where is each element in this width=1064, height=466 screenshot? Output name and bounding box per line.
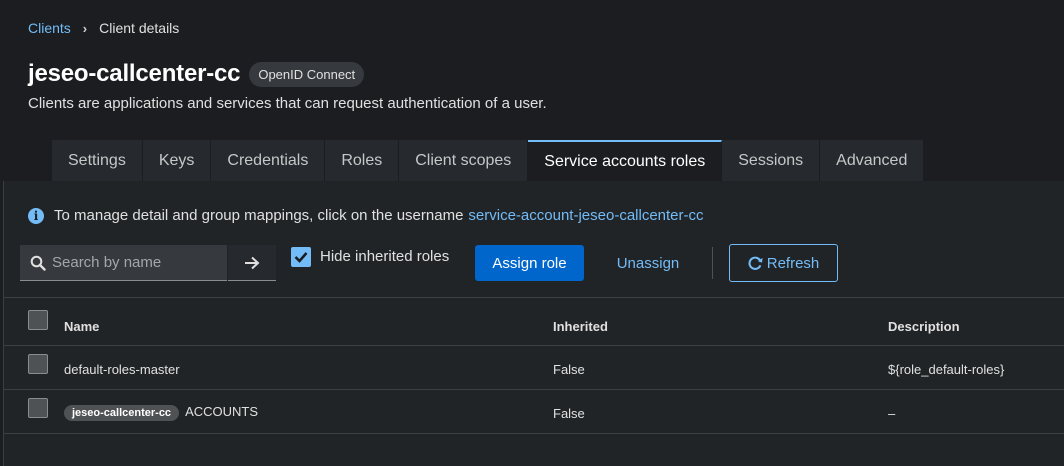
panel-left-border bbox=[3, 181, 4, 466]
info-alert: i To manage detail and group mappings, c… bbox=[28, 207, 704, 224]
protocol-badge: OpenID Connect bbox=[249, 61, 365, 87]
row-checkbox[interactable] bbox=[28, 354, 48, 374]
search-input[interactable] bbox=[52, 254, 222, 271]
table-divider bbox=[4, 345, 1064, 346]
tab-service-accounts-roles[interactable]: Service accounts roles bbox=[528, 140, 723, 181]
breadcrumb-current: Client details bbox=[99, 20, 180, 36]
tab-keys[interactable]: Keys bbox=[142, 140, 212, 181]
tab-advanced[interactable]: Advanced bbox=[820, 140, 925, 181]
role-inherited: False bbox=[553, 406, 585, 421]
role-name: ACCOUNTS bbox=[185, 404, 259, 419]
refresh-button[interactable]: Refresh bbox=[729, 244, 838, 282]
search-field[interactable] bbox=[20, 245, 227, 281]
role-description: ${role_default-roles} bbox=[888, 362, 1005, 377]
checkmark-icon bbox=[294, 252, 308, 263]
info-text: To manage detail and group mappings, cli… bbox=[54, 207, 464, 224]
tab-client-scopes[interactable]: Client scopes bbox=[399, 140, 529, 181]
client-chip: jeseo-callcenter-cc bbox=[64, 405, 180, 421]
role-name-cell: jeseo-callcenter-cc ACCOUNTS bbox=[64, 404, 258, 421]
arrow-right-icon bbox=[245, 256, 260, 269]
role-description: – bbox=[888, 406, 896, 421]
breadcrumb: Clients › Client details bbox=[28, 20, 179, 36]
role-inherited: False bbox=[553, 362, 585, 377]
toolbar-divider bbox=[712, 247, 713, 279]
table-divider bbox=[4, 389, 1064, 390]
assign-role-button[interactable]: Assign role bbox=[475, 245, 584, 281]
row-checkbox[interactable] bbox=[28, 398, 48, 418]
page-subtitle: Clients are applications and services th… bbox=[28, 95, 547, 112]
column-header-name[interactable]: Name bbox=[64, 319, 99, 334]
hide-inherited-checkbox[interactable] bbox=[291, 247, 311, 267]
tab-settings[interactable]: Settings bbox=[52, 140, 143, 181]
tab-credentials[interactable]: Credentials bbox=[211, 140, 326, 181]
chevron-right-icon: › bbox=[82, 20, 88, 36]
tab-sessions[interactable]: Sessions bbox=[722, 140, 821, 181]
search-icon bbox=[30, 255, 46, 271]
service-account-link[interactable]: service-account-jeseo-callcenter-cc bbox=[468, 207, 703, 224]
info-icon: i bbox=[28, 207, 44, 224]
table-top-border bbox=[4, 297, 1064, 298]
breadcrumb-clients-link[interactable]: Clients bbox=[28, 20, 71, 36]
hide-inherited-label[interactable]: Hide inherited roles bbox=[320, 248, 449, 265]
page-title: jeseo-callcenter-cc bbox=[28, 60, 241, 87]
unassign-button[interactable]: Unassign bbox=[604, 245, 692, 281]
tab-bar: Settings Keys Credentials Roles Client s… bbox=[52, 140, 925, 181]
column-header-description: Description bbox=[888, 319, 960, 334]
role-name: default-roles-master bbox=[64, 362, 180, 377]
tab-roles[interactable]: Roles bbox=[325, 140, 400, 181]
refresh-icon bbox=[748, 256, 763, 270]
page-header: Clients › Client details jeseo-callcente… bbox=[0, 0, 1064, 140]
title-row: jeseo-callcenter-cc OpenID Connect bbox=[28, 60, 365, 88]
column-header-inherited: Inherited bbox=[553, 319, 608, 334]
select-all-checkbox[interactable] bbox=[28, 310, 48, 330]
table-divider bbox=[4, 433, 1064, 434]
refresh-label: Refresh bbox=[766, 254, 820, 272]
search-submit-button[interactable] bbox=[228, 245, 276, 281]
